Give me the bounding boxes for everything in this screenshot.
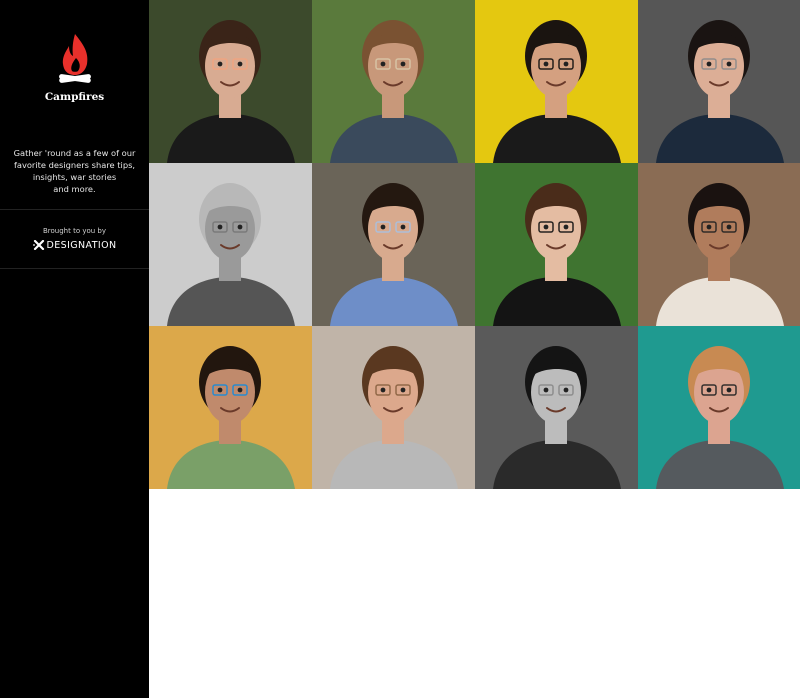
portrait-man-bw-icon: [149, 163, 312, 326]
speaker-tile[interactable]: [475, 163, 638, 326]
speaker-tile[interactable]: [475, 326, 638, 489]
campfire-flame-icon: [58, 34, 91, 83]
portrait-man-plaid-icon: [312, 163, 475, 326]
speaker-tile[interactable]: [149, 163, 312, 326]
campfires-logo[interactable]: Campfires: [0, 32, 149, 103]
speaker-tile[interactable]: [638, 326, 800, 489]
tagline-line: and more.: [53, 184, 96, 194]
portrait-man-couch-icon: [149, 326, 312, 489]
speaker-tile[interactable]: [312, 163, 475, 326]
divider: [0, 209, 149, 210]
speaker-tile[interactable]: [312, 326, 475, 489]
portrait-woman-glasses-icon: [475, 163, 638, 326]
portrait-woman-flower-icon: [149, 0, 312, 163]
brand-name: Campfires: [44, 91, 105, 103]
portrait-man-sunglasses-icon: [638, 163, 800, 326]
sponsor-block: Brought to you by DESIGNATION: [0, 227, 149, 254]
speaker-tile[interactable]: [149, 326, 312, 489]
portrait-man-teal-icon: [638, 326, 800, 489]
speaker-tile[interactable]: [149, 0, 312, 163]
tagline-line: favorite designers share tips,: [13, 160, 136, 170]
speaker-tile[interactable]: [638, 0, 800, 163]
tagline: Gather 'round as a few of our favorite d…: [10, 147, 139, 195]
sponsor-label: Brought to you by: [42, 227, 107, 235]
designation-logo[interactable]: DESIGNATION: [32, 239, 117, 251]
portrait-man-blazer-icon: [638, 0, 800, 163]
designation-x-icon: [32, 240, 44, 250]
speaker-tile[interactable]: [312, 0, 475, 163]
portrait-man-smiling-icon: [312, 326, 475, 489]
tagline-line: Gather 'round as a few of our: [13, 148, 136, 158]
portrait-woman-bw-icon: [475, 326, 638, 489]
speaker-tile[interactable]: [475, 0, 638, 163]
portrait-man-cap-beard-icon: [312, 0, 475, 163]
divider: [0, 268, 149, 269]
portrait-man-glasses-icon: [475, 0, 638, 163]
sponsor-name: DESIGNATION: [46, 239, 117, 251]
speaker-tile[interactable]: [638, 163, 800, 326]
speaker-grid: [149, 0, 800, 489]
sidebar: Campfires Gather 'round as a few of our …: [0, 0, 149, 698]
tagline-line: insights, war stories: [32, 172, 117, 182]
